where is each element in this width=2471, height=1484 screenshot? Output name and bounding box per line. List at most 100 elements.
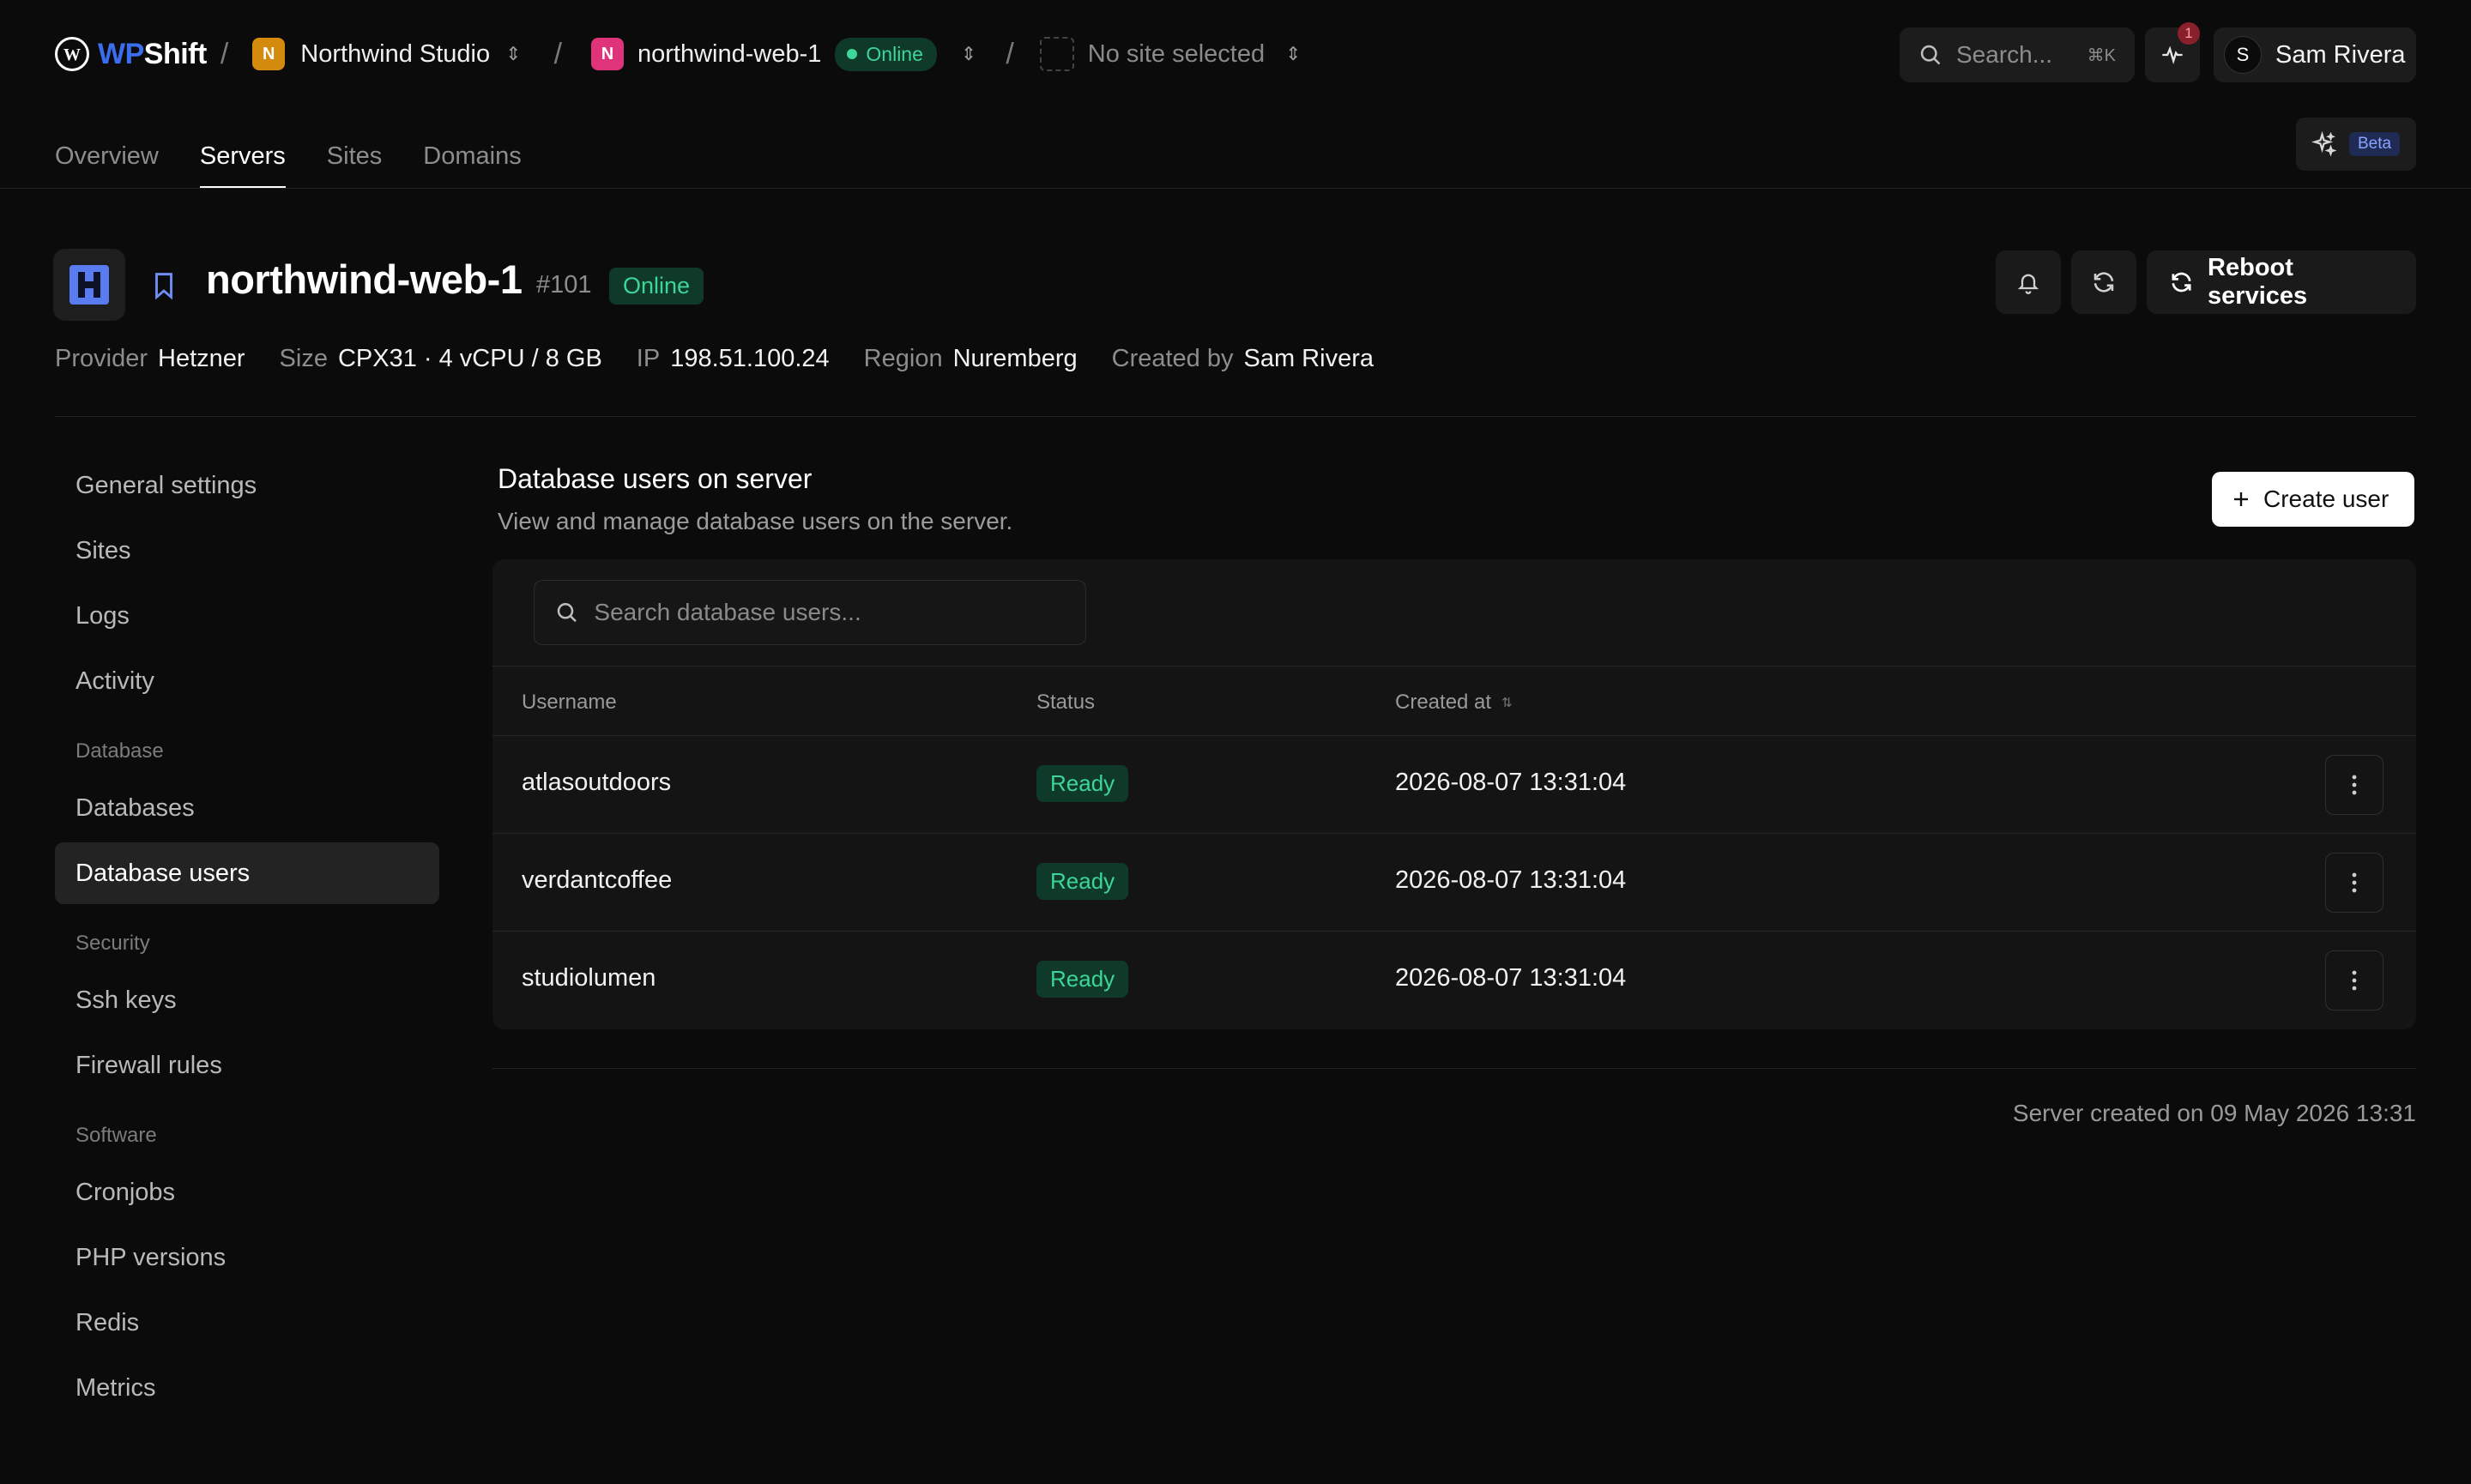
meta-size: Size CPX31 · 4 vCPU / 8 GB (279, 344, 602, 372)
search-shortcut: ⌘K (2087, 45, 2116, 65)
sidebar-item-sites[interactable]: Sites (55, 520, 439, 582)
row-actions-button[interactable] (2325, 853, 2383, 913)
site-placeholder: No site selected (1087, 39, 1266, 68)
brand-name: WPShift (98, 37, 207, 70)
org-avatar: N (252, 38, 286, 70)
status-badge: Ready (1036, 863, 1129, 900)
plus-icon (2234, 492, 2248, 506)
notifications-button[interactable] (1996, 250, 2061, 314)
sidebar-item-php-versions[interactable]: PHP versions (55, 1227, 439, 1288)
sidebar-item-database-users[interactable]: Database users (55, 842, 439, 904)
row-actions-button[interactable] (2325, 755, 2383, 815)
search-placeholder: Search... (1956, 41, 2053, 68)
database-users-table: Username Status Created at ⇅ atlasoutdoo… (492, 559, 2416, 1029)
reboot-services-label: Reboot services (2208, 254, 2308, 310)
breadcrumb-separator: / (220, 37, 229, 70)
top-bar: W WPShift / N Northwind Studio ⇕ / N nor… (0, 0, 2471, 189)
created-at-cell: 2026-08-07 13:31:04 (1395, 866, 1627, 894)
sidebar-item-metrics[interactable]: Metrics (55, 1357, 439, 1419)
server-id: #101 (536, 271, 592, 299)
username-cell: verdantcoffee (522, 866, 673, 894)
table-row: verdantcoffee Ready 2026-08-07 13:31:04 (492, 834, 2416, 932)
status-badge: Online (835, 37, 937, 71)
divider (55, 416, 2416, 417)
sidebar-group-database: Database (76, 739, 164, 763)
refresh-icon (2172, 272, 2191, 293)
column-header-created-at[interactable]: Created at ⇅ (1395, 691, 1513, 715)
column-header-username: Username (522, 691, 617, 714)
sidebar-item-general-settings[interactable]: General settings (55, 455, 439, 516)
reboot-services-button[interactable]: Reboot services (2147, 250, 2416, 314)
search-icon (1920, 45, 1941, 65)
sort-icon: ⇅ (1501, 696, 1513, 710)
server-sidebar: General settings Sites Logs Activity Dat… (55, 455, 439, 1422)
brand-logo[interactable]: W WPShift (55, 37, 207, 71)
divider (492, 1068, 2416, 1069)
beta-badge: Beta (2349, 132, 2401, 156)
section-subtitle: View and manage database users on the se… (498, 508, 1013, 534)
search-input[interactable] (594, 599, 1065, 626)
site-placeholder-icon (1039, 37, 1074, 71)
created-at-cell: 2026-08-07 13:31:04 (1395, 769, 1627, 796)
username-cell: atlasoutdoors (522, 769, 672, 796)
tab-servers[interactable]: Servers (199, 129, 286, 189)
sidebar-group-security: Security (76, 932, 150, 955)
server-created-footer: Server created on 09 May 2026 13:31 (2012, 1100, 2416, 1126)
status-dot-icon (847, 49, 858, 59)
divider (0, 188, 2471, 189)
sidebar-item-databases[interactable]: Databases (55, 777, 439, 839)
refresh-button[interactable] (2071, 250, 2136, 314)
status-badge: Ready (1036, 765, 1129, 802)
sidebar-item-firewall-rules[interactable]: Firewall rules (55, 1035, 439, 1096)
sidebar-item-cronjobs[interactable]: Cronjobs (55, 1161, 439, 1223)
activity-icon (2162, 45, 2183, 65)
table-row: atlasoutdoors Ready 2026-08-07 13:31:04 (492, 736, 2416, 834)
svg-text:W: W (63, 45, 81, 64)
status-badge: Online (609, 268, 704, 305)
org-switcher[interactable]: N Northwind Studio ⇕ (252, 38, 522, 70)
server-name: northwind-web-1 (637, 39, 822, 68)
sidebar-item-activity[interactable]: Activity (55, 650, 439, 712)
meta-region: Region Nuremberg (863, 344, 1078, 372)
server-switcher[interactable]: N northwind-web-1 Online ⇕ (591, 37, 976, 71)
column-header-status: Status (1036, 691, 1096, 714)
wordpress-icon: W (55, 37, 89, 71)
table-row: studiolumen Ready 2026-08-07 13:31:04 (492, 932, 2416, 1029)
more-vertical-icon (2352, 872, 2357, 893)
notification-count-badge: 1 (2178, 22, 2200, 45)
server-avatar: N (591, 38, 625, 70)
search-icon (557, 603, 577, 623)
created-at-cell: 2026-08-07 13:31:04 (1395, 964, 1627, 992)
breadcrumb-separator: / (1006, 37, 1014, 70)
breadcrumb-separator: / (553, 37, 563, 70)
chevron-up-down-icon: ⇕ (505, 43, 522, 64)
row-actions-button[interactable] (2325, 950, 2383, 1010)
table-search (534, 580, 1086, 645)
chevron-up-down-icon: ⇕ (1285, 43, 1302, 64)
page-title: northwind-web-1 (206, 256, 523, 302)
username-cell: studiolumen (522, 964, 656, 992)
avatar: S (2224, 36, 2262, 74)
table-header: Username Status Created at ⇅ (492, 666, 2416, 736)
status-badge: Ready (1036, 961, 1129, 998)
section-title: Database users on server (498, 463, 813, 494)
sidebar-item-redis[interactable]: Redis (55, 1292, 439, 1354)
site-switcher[interactable]: No site selected ⇕ (1039, 37, 1302, 71)
tab-domains[interactable]: Domains (423, 129, 521, 189)
tab-overview[interactable]: Overview (55, 129, 159, 189)
org-name: Northwind Studio (300, 39, 491, 68)
tab-sites[interactable]: Sites (327, 129, 382, 189)
create-user-button[interactable]: Create user (2212, 472, 2414, 527)
sparkles-icon (2311, 131, 2337, 157)
sidebar-item-ssh-keys[interactable]: Ssh keys (55, 969, 439, 1031)
sidebar-item-logs[interactable]: Logs (55, 585, 439, 647)
breadcrumb: W WPShift / N Northwind Studio ⇕ / N nor… (55, 34, 1302, 74)
user-menu-button[interactable]: S Sam Rivera (2214, 27, 2416, 82)
main-nav-tabs: Overview Servers Sites Domains (55, 129, 522, 189)
global-search[interactable]: Search... ⌘K (1900, 27, 2135, 82)
server-meta: Provider Hetzner Size CPX31 · 4 vCPU / 8 G… (55, 341, 1374, 376)
bookmark-icon[interactable] (151, 271, 177, 305)
ai-assistant-button[interactable]: Beta (2296, 118, 2416, 171)
meta-created-by: Created by Sam Rivera (1111, 344, 1374, 372)
refresh-icon (2093, 272, 2114, 293)
